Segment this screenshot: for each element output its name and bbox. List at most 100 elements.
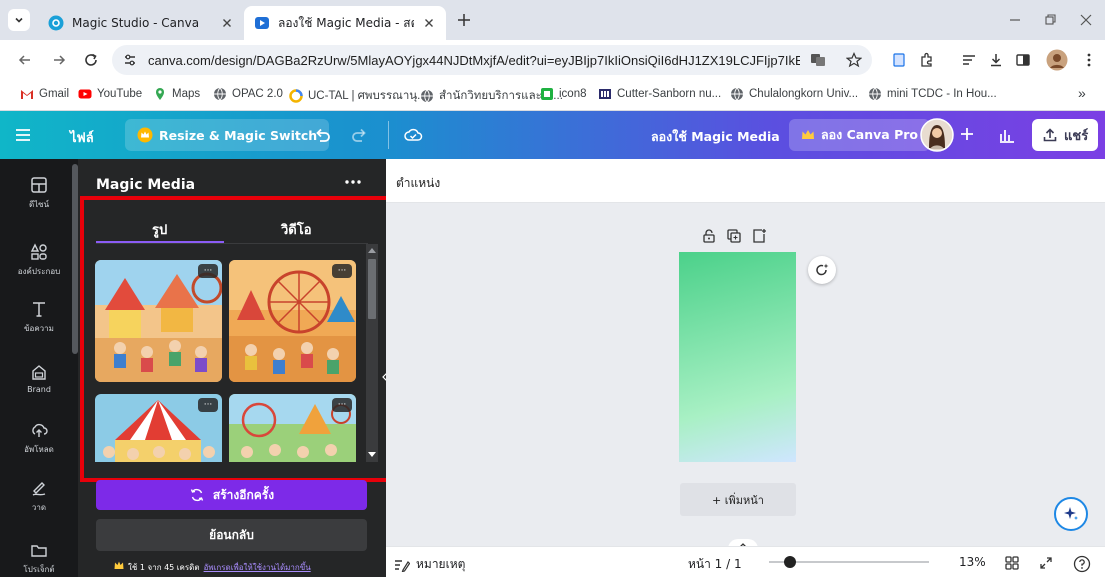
bookmark-maps[interactable]: Maps — [153, 87, 200, 101]
text-icon — [33, 302, 45, 317]
profile-avatar-icon[interactable] — [1046, 49, 1068, 71]
regenerate-button[interactable]: สร้างอีกครั้ง — [96, 480, 367, 510]
bookmark-youtube[interactable]: YouTube — [78, 87, 142, 101]
browser-menu-icon[interactable] — [1080, 51, 1098, 69]
restore-icon[interactable] — [1040, 10, 1060, 30]
bookmark-cutter-sanborn[interactable]: Cutter-Sanborn nu... — [598, 87, 721, 101]
bookmark-icon8[interactable]: icon8 — [540, 87, 587, 101]
globe-icon — [869, 87, 881, 101]
add-page-button[interactable]: + เพิ่มหน้า — [680, 483, 796, 516]
duplicate-page-icon[interactable] — [726, 228, 742, 244]
left-sidebar-rail: ดีไซน์ องค์ประกอบ ข้อความ Brand อัพโหลด … — [0, 159, 78, 577]
bookmark-gmail[interactable]: Gmail — [20, 87, 69, 101]
reading-list-icon[interactable] — [960, 51, 978, 69]
resize-magic-switch-button[interactable]: Resize & Magic Switch — [125, 119, 330, 151]
page-refresh-button[interactable] — [808, 256, 836, 284]
gmail-icon — [21, 90, 33, 99]
side-panel-icon[interactable] — [1014, 51, 1032, 69]
upgrade-link[interactable]: อัพเกรดเพื่อให้ใช้งานได้มากขึ้น — [204, 561, 311, 574]
help-icon — [1073, 555, 1091, 573]
invite-member-button[interactable] — [959, 126, 975, 142]
close-icon[interactable] — [220, 16, 234, 30]
refresh-sparkle-icon — [816, 263, 829, 276]
globe-icon — [421, 89, 433, 103]
canva-header: ไฟล์ Resize & Magic Switch ลองใช้ Magic … — [0, 111, 1105, 159]
panel-title: Magic Media — [96, 177, 196, 193]
chevron-down-icon — [15, 17, 23, 23]
undo-icon — [316, 128, 330, 142]
design-page[interactable] — [679, 252, 796, 462]
upload-icon — [32, 423, 48, 437]
bookmark-uc-tal[interactable]: UC-TAL | ศพบรรณานุ... — [289, 87, 427, 105]
browser-tab-magic-media[interactable]: ลองใช้ Magic Media - สตอรี่ของคุ — [244, 6, 446, 40]
plus-icon — [961, 128, 973, 140]
undo-button[interactable] — [312, 125, 332, 145]
share-button[interactable]: แชร์ — [1032, 119, 1099, 151]
try-magic-media-button[interactable]: ลองใช้ Magic Media — [651, 127, 780, 147]
bookmark-mini-tcdc[interactable]: mini TCDC - In Hou... — [868, 87, 997, 101]
back-arrow-icon[interactable] — [16, 51, 34, 69]
hamburger-menu-icon — [16, 129, 30, 141]
document-icon[interactable] — [890, 51, 908, 69]
lock-icon[interactable] — [701, 228, 717, 244]
crown-icon — [802, 130, 814, 139]
grid-view-button[interactable] — [1004, 555, 1020, 571]
bookmark-chulalongkorn[interactable]: Chulalongkorn Univ... — [730, 87, 858, 101]
translate-icon[interactable] — [810, 52, 826, 68]
go-back-button[interactable]: ย้อนกลับ — [96, 519, 367, 551]
design-icon — [31, 177, 47, 193]
cloud-save-button[interactable] — [403, 125, 423, 145]
file-menu-button[interactable]: ไฟล์ — [70, 127, 94, 148]
avatar-icon — [920, 118, 954, 152]
sidebar-item-brand[interactable]: Brand — [0, 363, 78, 394]
help-button[interactable] — [1073, 555, 1091, 573]
sidebar-item-design[interactable]: ดีไซน์ — [0, 176, 78, 211]
youtube-icon — [78, 89, 92, 99]
magic-assistant-button[interactable] — [1054, 497, 1088, 531]
more-bookmarks-button[interactable]: » — [1078, 85, 1086, 101]
close-icon[interactable] — [422, 16, 436, 30]
sidebar-item-text[interactable]: ข้อความ — [0, 300, 78, 335]
main-menu-button[interactable] — [14, 126, 32, 144]
new-tab-icon[interactable] — [455, 11, 473, 29]
zoom-level[interactable]: 13% — [959, 555, 986, 569]
redo-button[interactable] — [350, 125, 370, 145]
tab-search-button[interactable] — [8, 9, 30, 31]
crown-icon — [114, 561, 124, 569]
address-bar[interactable]: canva.com/design/DAGBa2RzUrw/5MlayAOYjgx… — [112, 45, 872, 75]
page-indicator[interactable]: หน้า 1 / 1 — [688, 555, 742, 574]
bookmark-star-icon[interactable] — [846, 52, 862, 68]
more-options-icon[interactable] — [344, 175, 362, 189]
download-icon[interactable] — [987, 51, 1005, 69]
browser-toolbar: canva.com/design/DAGBa2RzUrw/5MlayAOYjgx… — [0, 40, 1105, 80]
notes-icon — [395, 559, 410, 572]
reload-icon[interactable] — [82, 51, 100, 69]
grid-view-icon — [1005, 556, 1019, 570]
sidebar-item-draw[interactable]: วาด — [0, 479, 78, 514]
try-canva-pro-button[interactable]: ลอง Canva Pro — [789, 119, 930, 151]
sidebar-item-elements[interactable]: องค์ประกอบ — [0, 243, 78, 278]
upload-share-icon — [1043, 128, 1057, 142]
zoom-slider-handle[interactable] — [783, 556, 796, 568]
tab-title: Magic Studio - Canva — [72, 16, 200, 30]
bar-chart-icon — [1000, 130, 1014, 143]
minimize-icon[interactable] — [1005, 10, 1025, 30]
window-close-icon[interactable] — [1076, 10, 1096, 30]
fullscreen-button[interactable] — [1038, 555, 1054, 571]
crown-icon — [137, 127, 153, 143]
extensions-icon[interactable] — [918, 51, 936, 69]
icon8-icon — [541, 88, 553, 100]
forward-arrow-icon[interactable] — [50, 51, 68, 69]
add-page-icon[interactable] — [751, 228, 767, 244]
user-avatar[interactable] — [920, 118, 954, 152]
bookmark-opac[interactable]: OPAC 2.0 — [213, 87, 283, 101]
insights-button[interactable] — [997, 125, 1017, 145]
sidebar-item-projects[interactable]: โปรเจ็กต์ — [0, 541, 78, 576]
position-button[interactable]: ตำแหน่ง — [396, 174, 440, 193]
sidebar-item-upload[interactable]: อัพโหลด — [0, 421, 78, 456]
credit-info: ใช้ 1 จาก 45 เครดิต อัพเกรดเพื่อให้ใช้งา… — [114, 561, 311, 574]
context-toolbar: ตำแหน่ง — [386, 159, 1105, 203]
notes-button[interactable]: หมายเหตุ — [394, 555, 465, 574]
site-settings-icon[interactable] — [122, 52, 138, 68]
browser-tab-magic-studio[interactable]: Magic Studio - Canva — [38, 6, 244, 40]
